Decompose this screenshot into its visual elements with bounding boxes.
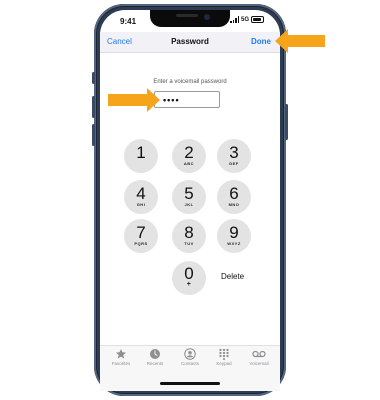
key-8[interactable]: 8 TUV [172,219,206,253]
key-3[interactable]: 3 DEF [217,139,251,173]
key-number: 5 [184,184,194,203]
volume-up-button [92,96,95,118]
arrow-pointing-done-icon [275,29,325,53]
key-number: 0 [184,264,194,283]
tab-label: Recents [146,361,164,366]
key-letters: JKL [184,202,194,207]
key-letters: GHI [136,202,146,207]
clock-icon [150,349,160,359]
key-6[interactable]: 6 MNO [217,180,251,214]
status-indicators: 5G [230,16,265,23]
key-number: 6 [229,184,239,203]
key-letters: ABC [183,161,195,166]
done-button[interactable]: Done [251,37,271,46]
tab-label: Favorites [111,361,131,366]
notch [150,10,230,27]
password-prompt: Enter a voicemail password [153,79,227,85]
key-5[interactable]: 5 JKL [172,180,206,214]
key-number: 3 [229,143,239,162]
tab-label: Keypad [216,361,232,366]
star-icon [116,349,126,359]
volume-down-button [92,124,95,146]
password-field[interactable]: •••• [154,91,220,108]
key-9[interactable]: 9 WXYZ [217,219,251,253]
key-letters: DEF [229,161,239,166]
status-time: 9:41 [120,17,137,26]
network-label: 5G [241,16,250,23]
key-number: 7 [136,223,146,242]
tab-keypad[interactable]: Keypad [208,348,240,366]
contacts-icon [184,348,196,360]
tab-recents[interactable]: Recents [139,348,171,366]
key-letters: PQRS [134,241,148,246]
tab-label: Voicemail [249,361,269,366]
tab-label: Contacts [181,361,199,366]
key-number: 8 [184,223,194,242]
mute-switch [92,72,95,84]
key-letters: + [186,281,192,288]
key-number: 9 [229,223,239,242]
home-indicator [160,382,220,385]
battery-icon [251,16,265,23]
key-4[interactable]: 4 GHI [124,180,158,214]
speaker-grille [176,14,198,17]
delete-button[interactable]: Delete [221,272,244,281]
tab-contacts[interactable]: Contacts [174,348,206,366]
key-number: 4 [136,184,146,203]
key-number: 2 [184,143,194,162]
key-0[interactable]: 0 + [172,261,206,295]
key-7[interactable]: 7 PQRS [124,219,158,253]
tab-favorites[interactable]: Favorites [105,348,137,366]
key-2[interactable]: 2 ABC [172,139,206,173]
key-letters: TUV [184,241,194,246]
key-letters: MNO [228,202,240,207]
voicemail-icon [252,350,266,358]
front-camera [204,14,210,20]
arrow-pointing-password-icon [108,88,160,112]
key-number: 1 [136,143,146,162]
signal-icon [230,16,239,23]
key-letters: WXYZ [227,241,241,246]
key-1[interactable]: 1 [124,139,158,173]
keypad-icon [219,348,229,360]
side-button [285,104,288,140]
tab-voicemail[interactable]: Voicemail [243,348,275,366]
